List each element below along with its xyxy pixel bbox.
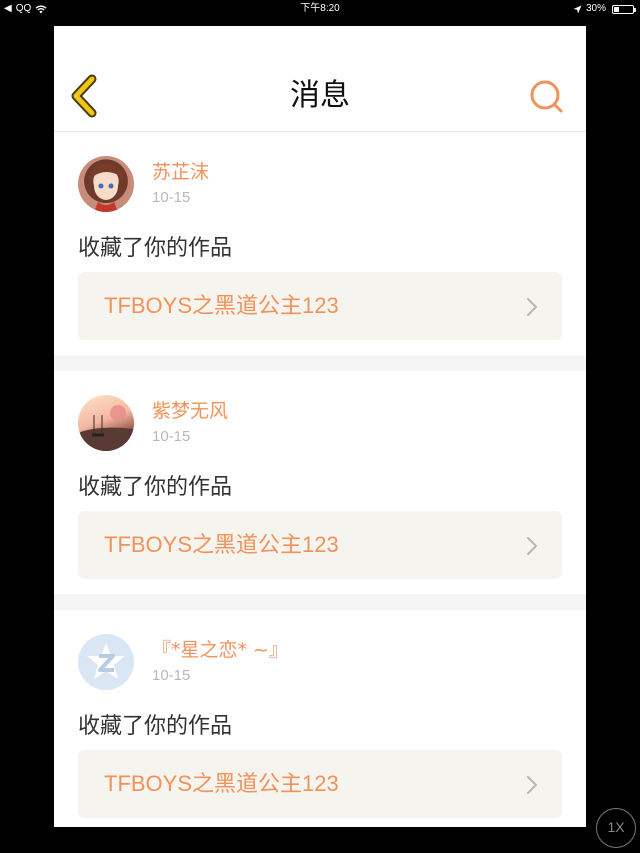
action-text: 收藏了你的作品 bbox=[78, 475, 233, 500]
divider bbox=[54, 355, 586, 371]
work-title: TFBOYS之黑道公主123 bbox=[104, 293, 339, 318]
message-card: 紫梦无风 10-15 收藏了你的作品 TFBOYS之黑道公主123 bbox=[54, 371, 586, 594]
username[interactable]: 『*星之恋* ~』 bbox=[152, 638, 288, 662]
nav-header: 消息 bbox=[54, 26, 586, 132]
chevron-right-icon bbox=[527, 537, 538, 555]
action-text: 收藏了你的作品 bbox=[78, 236, 233, 261]
chevron-right-icon bbox=[527, 776, 538, 794]
message-date: 10-15 bbox=[152, 189, 191, 206]
status-time: 下午8:20 bbox=[300, 3, 340, 14]
location-arrow-icon bbox=[573, 5, 582, 13]
status-bar: ◀ QQ 下午8:20 30% bbox=[0, 0, 640, 18]
message-list: 苏芷沫 10-15 收藏了你的作品 TFBOYS之黑道公主123 紫梦无风 10… bbox=[54, 132, 586, 827]
messages-screen: 消息 苏芷沫 10-15 收藏了你的作品 TFBOYS之黑道公主123 紫梦无风… bbox=[54, 26, 586, 827]
chevron-right-icon bbox=[527, 298, 538, 316]
battery-percent: 30% bbox=[585, 3, 606, 14]
message-card: 苏芷沫 10-15 收藏了你的作品 TFBOYS之黑道公主123 bbox=[54, 132, 586, 355]
battery-icon bbox=[612, 4, 636, 14]
default-avatar-icon[interactable] bbox=[78, 634, 134, 690]
zoom-button[interactable]: 1X bbox=[596, 808, 636, 848]
avatar[interactable] bbox=[78, 156, 134, 212]
avatar[interactable] bbox=[78, 395, 134, 451]
divider bbox=[54, 594, 586, 610]
username[interactable]: 紫梦无风 bbox=[152, 399, 228, 423]
username[interactable]: 苏芷沫 bbox=[152, 160, 209, 184]
message-card: 『*星之恋* ~』 10-15 收藏了你的作品 TFBOYS之黑道公主123 bbox=[54, 610, 586, 827]
work-link[interactable]: TFBOYS之黑道公主123 bbox=[78, 511, 562, 579]
work-link[interactable]: TFBOYS之黑道公主123 bbox=[78, 272, 562, 340]
work-title: TFBOYS之黑道公主123 bbox=[104, 771, 339, 796]
action-text: 收藏了你的作品 bbox=[78, 714, 233, 739]
search-icon[interactable] bbox=[528, 78, 564, 114]
work-title: TFBOYS之黑道公主123 bbox=[104, 532, 339, 557]
work-link[interactable]: TFBOYS之黑道公主123 bbox=[78, 750, 562, 818]
message-date: 10-15 bbox=[152, 667, 191, 684]
message-date: 10-15 bbox=[152, 428, 191, 445]
page-title: 消息 bbox=[290, 78, 350, 113]
